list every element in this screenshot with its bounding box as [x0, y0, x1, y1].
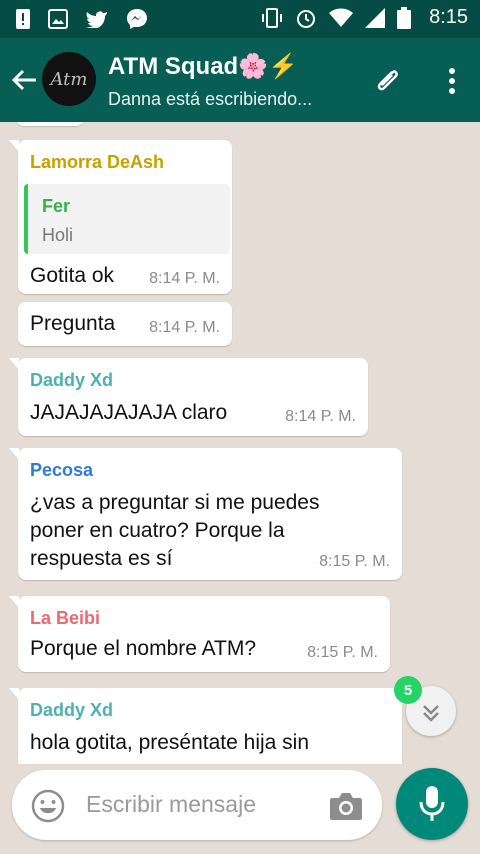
group-avatar[interactable]: Atm [42, 52, 96, 106]
message-bubble[interactable]: Pregunta 8:14 P. M. [18, 302, 232, 346]
message-text: Porque el nombre ATM? [30, 637, 257, 660]
status-bar: 8:15 [0, 0, 480, 38]
group-title[interactable]: ATM Squad🌸⚡ [108, 52, 298, 81]
message-time: 8:14 P. M. [285, 408, 356, 425]
message-text: Gotita ok [30, 264, 115, 287]
message-composer[interactable]: Escribir mensaje [12, 770, 382, 840]
microphone-icon [419, 786, 445, 821]
voice-record-button[interactable] [396, 768, 468, 840]
unread-count-badge: 5 [394, 676, 422, 704]
gallery-icon [48, 9, 68, 29]
message-text-line: respuesta es sí [30, 547, 173, 570]
previous-message-edge [16, 122, 84, 126]
avatar-logo: Atm [50, 68, 88, 90]
clock: 8:15 [429, 6, 468, 28]
alert-icon [16, 9, 30, 29]
message-input[interactable]: Escribir mensaje [86, 791, 256, 818]
message-sender: Daddy Xd [30, 700, 114, 720]
chat-header: Atm ATM Squad🌸⚡ Danna está escribiendo..… [0, 38, 480, 122]
quoted-text: Holi [42, 225, 74, 245]
emoji-icon[interactable] [30, 788, 66, 824]
message-sender: Daddy Xd [30, 370, 114, 390]
camera-icon[interactable] [328, 790, 364, 822]
attach-icon[interactable] [372, 66, 402, 96]
more-options-icon[interactable] [442, 66, 462, 96]
alarm-icon [297, 9, 316, 28]
message-bubble[interactable]: Pecosa ¿vas a preguntar si me puedes pon… [9, 448, 402, 580]
message-text-line: ¿vas a preguntar si me puedes [30, 491, 320, 514]
message-bubble[interactable]: Lamorra DeAsh Fer Holi Gotita ok 8:14 P.… [9, 140, 232, 294]
message-text: Pregunta [30, 312, 116, 335]
twitter-icon [86, 11, 107, 28]
signal-icon [365, 7, 386, 28]
battery-icon [397, 6, 412, 29]
message-time: 8:14 P. M. [149, 270, 220, 287]
message-sender: La Beibi [30, 608, 101, 628]
messenger-icon [127, 9, 147, 29]
message-text-line: hola gotita, preséntate hija sin [30, 731, 310, 754]
typing-status: Danna está escribiendo... [108, 89, 313, 109]
back-arrow-icon[interactable] [10, 66, 38, 94]
message-sender: Lamorra DeAsh [30, 152, 165, 172]
message-bubble[interactable]: Daddy Xd JAJAJAJAJAJA claro 8:14 P. M. [9, 358, 368, 436]
message-time: 8:14 P. M. [149, 319, 220, 336]
message-time: 8:15 P. M. [307, 644, 378, 661]
message-bubble[interactable]: La Beibi Porque el nombre ATM? 8:15 P. M… [9, 596, 390, 672]
message-bubble[interactable]: Daddy Xd hola gotita, preséntate hija si… [9, 688, 402, 764]
wifi-icon [329, 8, 354, 27]
message-sender: Pecosa [30, 460, 94, 480]
message-time: 8:15 P. M. [319, 553, 390, 570]
message-text: JAJAJAJAJAJA claro [30, 401, 228, 424]
vibrate-icon [262, 7, 283, 28]
quoted-sender: Fer [42, 196, 71, 216]
message-text-line: poner en cuatro? Porque la [30, 519, 285, 542]
message-list[interactable]: Lamorra DeAsh Fer Holi Gotita ok 8:14 P.… [0, 122, 480, 764]
quoted-message[interactable]: Fer Holi [24, 184, 230, 254]
